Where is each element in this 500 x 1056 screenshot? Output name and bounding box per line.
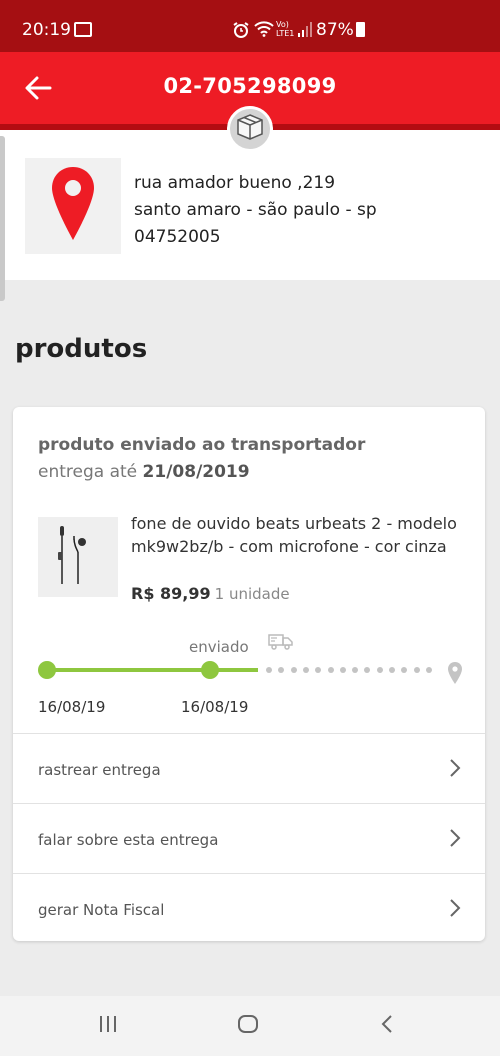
- progress-dot-pending: [327, 667, 334, 673]
- address-street: rua amador bueno ,219: [134, 173, 336, 193]
- date-sent: 16/08/19: [181, 698, 249, 716]
- package-icon-badge: [227, 106, 273, 152]
- address-zip: 04752005: [134, 227, 221, 247]
- progress-dot-pending: [266, 667, 272, 673]
- progress-dot-pending: [278, 667, 285, 673]
- status-time: 20:19: [22, 20, 71, 40]
- talk-about-delivery-label: falar sobre esta entrega: [38, 831, 219, 849]
- generate-invoice-item[interactable]: gerar Nota Fiscal: [13, 873, 485, 943]
- wifi-icon: [254, 21, 274, 42]
- order-status: produto enviado ao transportador: [38, 435, 366, 455]
- order-number-title: 02-705298099: [163, 74, 337, 98]
- progress-dot-pending: [352, 667, 359, 673]
- status-bar: 20:19 Vo) LTE1 87%: [0, 0, 500, 52]
- progress-dot-pending: [302, 667, 309, 673]
- progress-dot-pending: [290, 667, 297, 673]
- track-delivery-label: rastrear entrega: [38, 761, 161, 779]
- product-image[interactable]: [38, 517, 118, 597]
- progress-dot-pending: [389, 667, 395, 673]
- deadline-prefix: entrega até: [38, 462, 138, 482]
- address-city: santo amaro - são paulo - sp: [134, 200, 377, 220]
- address-lines: rua amador bueno ,219 santo amaro - são …: [134, 170, 377, 251]
- progress-line-completed: [47, 668, 258, 672]
- signal-icon: [298, 22, 312, 42]
- back-nav-icon[interactable]: [380, 1014, 394, 1038]
- progress-dot-pending: [401, 667, 408, 673]
- location-pin-icon: [50, 165, 96, 247]
- progress-dot-pending: [413, 667, 420, 673]
- chevron-right-icon: [449, 758, 461, 782]
- tracking-stage-label: enviado: [189, 638, 249, 656]
- progress-dot-pending: [315, 667, 322, 673]
- progress-dot-pending: [376, 667, 383, 673]
- deadline-date: 21/08/2019: [142, 462, 250, 482]
- destination-pin-icon: [447, 661, 463, 689]
- tracking-progress: enviado 16/08/19 16/08/19: [13, 625, 485, 716]
- talk-about-delivery-item[interactable]: falar sobre esta entrega: [13, 803, 485, 873]
- address-pin-box: [25, 158, 121, 254]
- edge-handle[interactable]: [0, 136, 5, 301]
- battery-percent: 87%: [316, 20, 354, 40]
- recent-apps-icon[interactable]: [98, 1014, 118, 1038]
- products-heading: produtos: [15, 334, 148, 364]
- earphones-icon: [48, 522, 108, 592]
- track-delivery-item[interactable]: rastrear entrega: [13, 733, 485, 803]
- generate-invoice-label: gerar Nota Fiscal: [38, 901, 165, 919]
- order-card: produto enviado ao transportador entrega…: [13, 407, 485, 941]
- progress-dot-pending: [425, 667, 432, 673]
- progress-dot-pending: [339, 667, 346, 673]
- battery-icon: [356, 22, 365, 37]
- product-name[interactable]: fone de ouvido beats urbeats 2 - modelo …: [131, 513, 471, 558]
- notification-icon: [74, 22, 92, 37]
- home-icon[interactable]: [237, 1014, 259, 1038]
- volte-icon: Vo) LTE1: [276, 20, 295, 38]
- progress-dot-pending: [364, 667, 371, 673]
- delivery-deadline: entrega até 21/08/2019: [38, 462, 250, 482]
- product-price: R$ 89,99: [131, 584, 211, 603]
- chevron-right-icon: [449, 828, 461, 852]
- system-nav-bar: [0, 996, 500, 1056]
- progress-dot-sent: [201, 661, 219, 679]
- product-quantity: 1 unidade: [214, 585, 290, 603]
- delivery-address-section: rua amador bueno ,219 santo amaro - são …: [0, 130, 500, 280]
- chevron-right-icon: [449, 898, 461, 922]
- date-start: 16/08/19: [38, 698, 106, 716]
- alarm-icon: [232, 21, 250, 44]
- package-box-icon: [235, 112, 265, 146]
- product-price-row: R$ 89,99 1 unidade: [131, 584, 290, 603]
- progress-dot-start: [38, 661, 56, 679]
- truck-icon: [268, 633, 294, 655]
